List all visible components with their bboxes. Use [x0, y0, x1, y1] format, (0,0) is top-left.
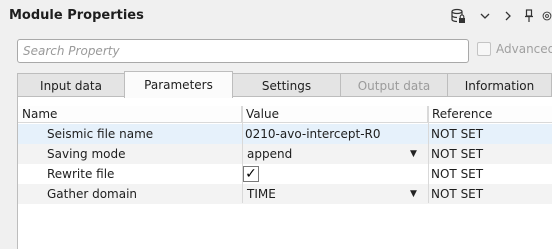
- column-divider: [428, 106, 429, 203]
- tab-bar: Input data Parameters Settings Output da…: [17, 71, 552, 98]
- row-reference[interactable]: NOT SET: [431, 124, 483, 144]
- header-value[interactable]: Value: [242, 106, 428, 123]
- saving-mode-dropdown[interactable]: append: [247, 144, 292, 164]
- table-row[interactable]: Gather domain TIME ▼ NOT SET: [18, 184, 552, 204]
- rewrite-file-checkbox[interactable]: ✓: [243, 166, 259, 182]
- chevron-down-icon[interactable]: [478, 7, 492, 25]
- table-header: Name Value Reference: [18, 106, 552, 123]
- row-reference[interactable]: NOT SET: [431, 144, 483, 164]
- tab-parameters[interactable]: Parameters: [124, 71, 233, 98]
- row-reference[interactable]: NOT SET: [431, 184, 483, 204]
- tab-label: Settings: [261, 78, 312, 93]
- search-box[interactable]: [17, 39, 469, 63]
- database-lock-icon[interactable]: [449, 7, 467, 25]
- row-name: Gather domain: [47, 187, 138, 201]
- header-reference[interactable]: Reference: [428, 106, 552, 123]
- search-input[interactable]: [18, 40, 468, 62]
- tab-label: Information: [464, 78, 535, 93]
- link-icon[interactable]: [542, 7, 552, 25]
- table-row[interactable]: Rewrite file ✓ NOT SET: [18, 164, 552, 184]
- table-row[interactable]: Saving mode append ▼ NOT SET: [18, 144, 552, 164]
- row-name: Saving mode: [47, 147, 126, 161]
- tab-input-data[interactable]: Input data: [17, 73, 125, 97]
- tab-label: Output data: [357, 78, 431, 93]
- advanced-label: Advanced: [496, 42, 552, 56]
- tab-information[interactable]: Information: [447, 73, 552, 97]
- row-value[interactable]: 0210-avo-intercept-R0: [245, 124, 381, 144]
- pin-icon[interactable]: [523, 7, 535, 25]
- tab-label: Parameters: [144, 78, 213, 92]
- chevron-right-icon[interactable]: [502, 7, 514, 25]
- panel-title: Module Properties: [9, 8, 144, 23]
- row-reference[interactable]: NOT SET: [431, 164, 483, 184]
- tab-settings[interactable]: Settings: [232, 73, 341, 97]
- row-name: Rewrite file: [47, 167, 115, 181]
- tab-label: Input data: [40, 78, 102, 93]
- advanced-checkbox[interactable]: [477, 42, 491, 56]
- header-name[interactable]: Name: [18, 106, 242, 123]
- title-bar: Module Properties: [0, 0, 552, 33]
- dropdown-arrow-icon[interactable]: ▼: [410, 184, 417, 204]
- advanced-toggle[interactable]: Advanced: [477, 42, 552, 56]
- row-name: Seismic file name: [47, 127, 154, 141]
- tab-output-data: Output data: [340, 73, 448, 97]
- table-row[interactable]: Seismic file name 0210-avo-intercept-R0 …: [18, 124, 552, 144]
- properties-panel: Name Value Reference Seismic file name 0…: [17, 96, 552, 249]
- checkmark-icon: ✓: [245, 166, 257, 182]
- column-divider: [242, 106, 243, 203]
- dropdown-arrow-icon[interactable]: ▼: [410, 144, 417, 164]
- gather-domain-dropdown[interactable]: TIME: [247, 184, 276, 204]
